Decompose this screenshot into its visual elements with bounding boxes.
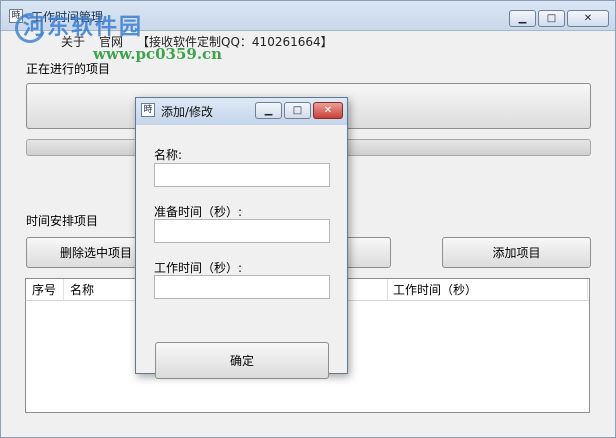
watermark-url: www.pc0359.cn	[93, 45, 223, 63]
dialog-maximize-button[interactable]: □	[284, 102, 311, 119]
name-label: 名称:	[154, 148, 183, 162]
column-header-work-time[interactable]: 工作时间（秒）	[388, 279, 588, 301]
dialog-title: 添加/修改	[161, 105, 214, 119]
column-header-index[interactable]: 序号	[26, 279, 64, 301]
dialog-minimize-button[interactable]: ▁	[255, 102, 282, 119]
work-time-input[interactable]	[154, 275, 330, 299]
close-button[interactable]: ✕	[567, 10, 609, 27]
dialog-body: 名称: 准备时间（秒）: 工作时间（秒）: 确定	[136, 125, 347, 379]
caption-buttons: ▁ □ ✕	[509, 10, 609, 27]
dialog-close-button[interactable]: ✕	[313, 102, 343, 119]
prep-time-label: 准备时间（秒）:	[154, 205, 243, 219]
maximize-button[interactable]: □	[538, 10, 565, 27]
add-edit-dialog: 時 添加/修改 ▁ □ ✕ 名称: 准备时间（秒）: 工作时间（秒）: 确定	[135, 97, 348, 379]
dialog-caption-buttons: ▁ □ ✕	[255, 102, 343, 119]
minimize-button[interactable]: ▁	[509, 10, 536, 27]
dialog-app-icon: 時	[141, 103, 155, 117]
schedule-section-label: 时间安排项目	[26, 214, 99, 228]
current-project-label: 正在进行的项目	[26, 62, 111, 76]
ok-button[interactable]: 确定	[155, 342, 329, 379]
name-input[interactable]	[154, 163, 330, 187]
prep-time-input[interactable]	[154, 219, 330, 243]
dialog-title-bar[interactable]: 時 添加/修改 ▁ □ ✕	[136, 98, 347, 125]
menu-item-about[interactable]: 关于	[61, 33, 85, 50]
add-project-button[interactable]: 添加项目	[442, 237, 591, 268]
work-time-label: 工作时间（秒）:	[154, 261, 243, 275]
